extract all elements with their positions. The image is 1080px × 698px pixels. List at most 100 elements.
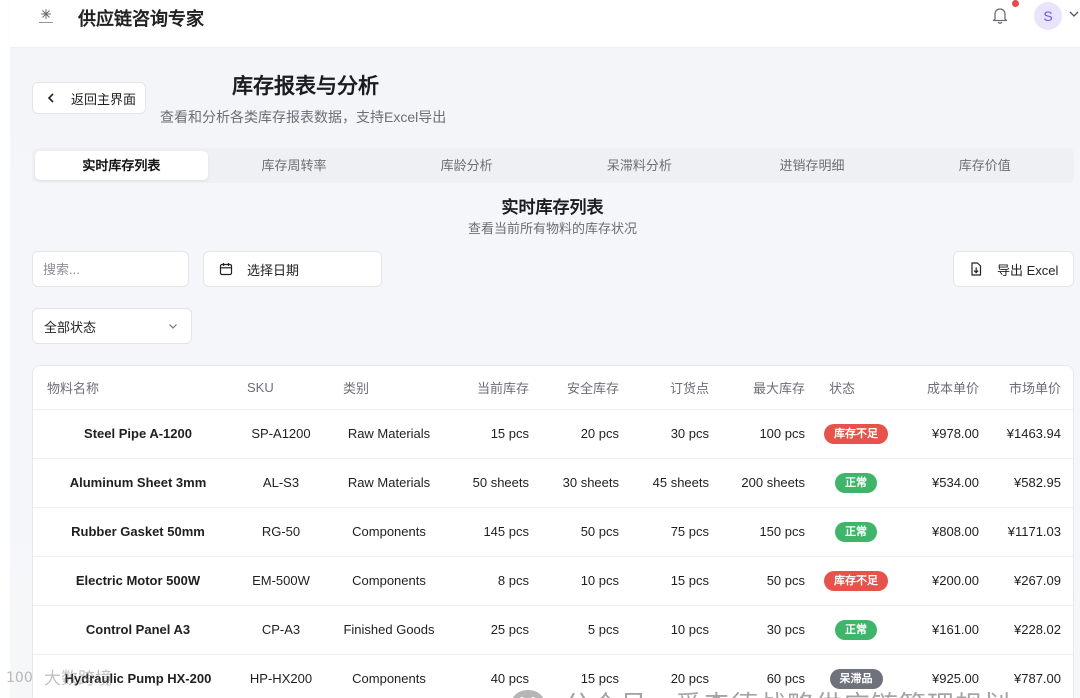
cell-category: Raw Materials [329,409,449,459]
status-cell: 正常 [815,507,897,557]
cell-category: Finished Goods [329,605,449,655]
wechat-icon [512,689,544,698]
cell-market: ¥1171.03 [989,507,1073,557]
table-row[interactable]: Aluminum Sheet 3mm AL-S3 Raw Materials 50 s… [33,458,1073,508]
cell-current: 8 pcs [449,556,539,606]
download-file-icon [971,262,982,276]
cell-market: ¥582.95 [989,458,1073,508]
tab-turnover-rate[interactable]: 库存周转率 [208,151,381,180]
cell-category: Components [329,507,449,557]
export-excel-button[interactable]: 导出 Excel [953,251,1074,287]
inventory-table: 物料名称 SKU 类别 当前库存 安全库存 订货点 最大库存 状态 成本单价 市… [32,365,1074,698]
back-button[interactable]: 返回主界面 [32,82,146,114]
cell-safety: 30 sheets [539,458,629,508]
status-badge: 正常 [835,619,877,640]
tab-inventory-value[interactable]: 库存价值 [898,151,1071,180]
table-row[interactable]: Steel Pipe A-1200 SP-A1200 Raw Materials 15… [33,409,1073,459]
export-button-label: 导出 Excel [997,262,1059,278]
cell-sku: SP-A1200 [233,409,329,459]
chevron-down-icon [169,324,177,329]
cell-category: Raw Materials [329,458,449,508]
cell-max: 50 pcs [719,556,815,606]
main-content: 返回主界面 库存报表与分析 查看和分析各类库存报表数据，支持Excel导出 实时… [10,48,1080,698]
cell-name: Aluminum Sheet 3mm [33,458,233,508]
cell-name: Control Panel A3 [33,605,233,655]
section-subtitle: 查看当前所有物料的库存状况 [467,221,637,236]
status-badge: 库存不足 [824,570,888,591]
date-picker-button[interactable]: 选择日期 [203,251,382,287]
cell-sku: HP-HX200 [233,654,329,698]
column-header[interactable]: 安全库存 [539,366,629,410]
cell-cost: ¥808.00 [897,507,989,557]
cell-sku: RG-50 [233,507,329,557]
page-title: 库存报表与分析 [232,75,379,98]
corner-watermark: 100 大数跨境 [6,664,112,689]
cell-sku: CP-A3 [233,605,329,655]
column-header[interactable]: 成本单价 [897,366,989,410]
brand-logo-icon[interactable] [34,6,58,26]
cell-category: Components [329,556,449,606]
status-badge: 正常 [835,521,877,542]
cell-cost: ¥978.00 [897,409,989,459]
cell-current: 145 pcs [449,507,539,557]
calendar-icon [219,263,233,276]
column-header[interactable]: 状态 [815,366,897,410]
cell-current: 25 pcs [449,605,539,655]
column-header[interactable]: 市场单价 [989,366,1073,410]
status-badge: 库存不足 [824,423,888,444]
left-edge [0,0,10,698]
search-input[interactable] [32,251,189,287]
watermark-logo-icon: 100 [6,670,33,686]
svg-text:100: 100 [6,670,33,686]
cell-reorder: 30 pcs [629,409,719,459]
tab-inout-detail[interactable]: 进销存明细 [726,151,899,180]
section-title: 实时库存列表 [501,198,604,217]
cell-reorder: 75 pcs [629,507,719,557]
status-badge: 正常 [835,472,877,493]
cell-name: Electric Motor 500W [33,556,233,606]
cell-reorder: 45 sheets [629,458,719,508]
table-row[interactable]: Electric Motor 500W EM-500W Components 8 pc… [33,556,1073,606]
column-header[interactable]: 类别 [329,366,449,410]
tab-slow-moving[interactable]: 呆滞料分析 [553,151,726,180]
cell-name: Steel Pipe A-1200 [33,409,233,459]
tab-inventory-age[interactable]: 库龄分析 [380,151,553,180]
avatar[interactable]: S [1034,2,1062,30]
app-title: 供应链咨询专家 [78,9,204,29]
chevron-down-icon[interactable] [1068,8,1080,20]
table-row[interactable]: Control Panel A3 CP-A3 Finished Goods 25 pc… [33,605,1073,655]
column-header[interactable]: 物料名称 [33,366,233,410]
watermark-text: 公众号 · 爱森德战略供应链管理规划 [564,684,1011,698]
date-picker-label: 选择日期 [247,262,300,278]
status-select-value: 全部状态 [44,319,97,335]
status-cell: 库存不足 [815,556,897,606]
watermark: 公众号 · 爱森德战略供应链管理规划 [510,684,1011,698]
status-filter-select[interactable]: 全部状态 [32,308,192,344]
table-row[interactable]: Rubber Gasket 50mm RG-50 Components 145 pcs… [33,507,1073,557]
cell-category: Components [329,654,449,698]
cell-cost: ¥161.00 [897,605,989,655]
column-header[interactable]: 当前库存 [449,366,539,410]
column-header[interactable]: 最大库存 [719,366,815,410]
tab-realtime-inventory[interactable]: 实时库存列表 [35,151,208,180]
cell-name: Rubber Gasket 50mm [33,507,233,557]
column-header[interactable]: 订货点 [629,366,719,410]
cell-reorder: 10 pcs [629,605,719,655]
column-header[interactable]: SKU [233,366,329,410]
chevron-left-icon [47,93,54,103]
cell-market: ¥1463.94 [989,409,1073,459]
cell-cost: ¥200.00 [897,556,989,606]
cell-current: 50 sheets [449,458,539,508]
corner-watermark-text: 大数跨境 [44,669,112,688]
bell-icon[interactable] [992,6,1008,24]
cell-max: 100 pcs [719,409,815,459]
cell-safety: 50 pcs [539,507,629,557]
top-navbar: 供应链咨询专家 S [10,0,1080,48]
page-subtitle: 查看和分析各类库存报表数据，支持Excel导出 [160,109,447,125]
status-cell: 库存不足 [815,409,897,459]
status-cell: 正常 [815,458,897,508]
cell-cost: ¥534.00 [897,458,989,508]
cell-market: ¥267.09 [989,556,1073,606]
cell-reorder: 15 pcs [629,556,719,606]
cell-safety: 20 pcs [539,409,629,459]
